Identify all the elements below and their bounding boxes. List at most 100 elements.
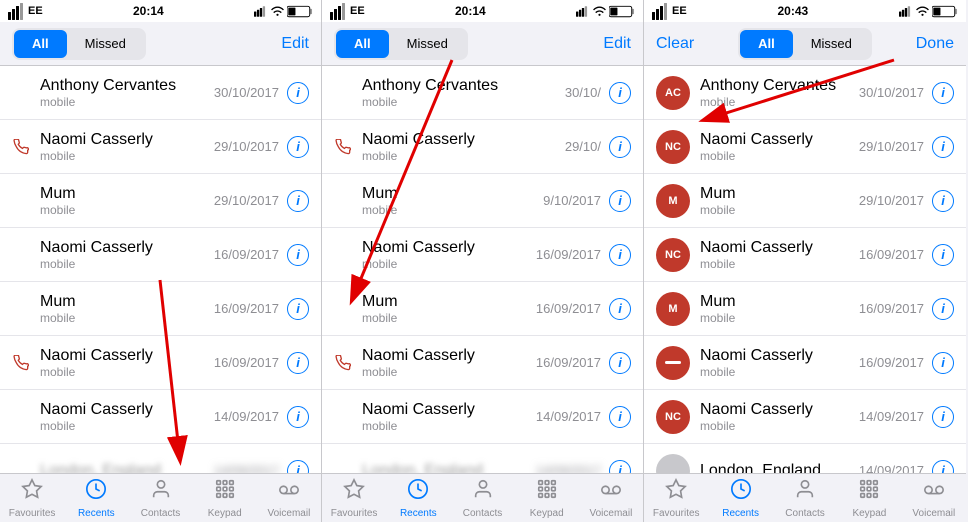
- recents-label: Recents: [78, 508, 115, 519]
- missed-tab[interactable]: Missed: [793, 30, 870, 58]
- call-date: 14/09/2017: [536, 409, 601, 424]
- status-bar: EE 20:14: [0, 0, 321, 22]
- info-button[interactable]: i: [609, 190, 631, 212]
- all-tab[interactable]: All: [14, 30, 67, 58]
- info-button[interactable]: i: [609, 298, 631, 320]
- info-button[interactable]: i: [287, 82, 309, 104]
- avatar: AC: [656, 76, 690, 110]
- tab-keypad[interactable]: Keypad: [515, 474, 579, 522]
- contacts-label: Contacts: [785, 508, 824, 519]
- call-name: Naomi Casserly: [700, 347, 859, 365]
- info-button[interactable]: i: [287, 406, 309, 428]
- call-info: Naomi Casserly mobile: [700, 239, 859, 271]
- info-button[interactable]: i: [287, 460, 309, 474]
- recents-icon: [85, 478, 107, 506]
- info-button[interactable]: i: [932, 136, 954, 158]
- info-button[interactable]: i: [609, 406, 631, 428]
- call-type: mobile: [700, 365, 859, 379]
- call-item: Mum mobile 16/09/2017 i: [0, 282, 321, 336]
- call-type: mobile: [362, 203, 543, 217]
- status-bar: EE 20:14: [322, 0, 643, 22]
- call-info: Anthony Cervantes mobile: [40, 77, 214, 109]
- info-button[interactable]: i: [932, 82, 954, 104]
- call-date: 16/09/2017: [536, 247, 601, 262]
- call-item: Naomi Casserly mobile 14/09/2017 i: [0, 390, 321, 444]
- missed-tab[interactable]: Missed: [389, 30, 466, 58]
- call-name: Naomi Casserly: [362, 401, 536, 419]
- info-button[interactable]: i: [932, 190, 954, 212]
- call-date: 16/09/2017: [536, 301, 601, 316]
- call-date: 14/09/2017: [859, 463, 924, 473]
- missed-tab[interactable]: Missed: [67, 30, 144, 58]
- status-time: 20:43: [777, 4, 808, 18]
- call-type: mobile: [40, 95, 214, 109]
- call-date: 16/09/2017: [214, 355, 279, 370]
- tab-keypad[interactable]: Keypad: [837, 474, 901, 522]
- status-time: 20:14: [133, 4, 164, 18]
- call-name: Mum: [700, 185, 859, 203]
- call-item: Mum mobile 29/10/2017 i: [0, 174, 321, 228]
- info-button[interactable]: i: [287, 298, 309, 320]
- tab-recents[interactable]: Recents: [64, 474, 128, 522]
- info-button[interactable]: i: [932, 460, 954, 474]
- signal-icon: [330, 3, 345, 20]
- edit-button[interactable]: Edit: [281, 35, 309, 53]
- tab-favourites[interactable]: Favourites: [322, 474, 386, 522]
- tab-contacts[interactable]: Contacts: [773, 474, 837, 522]
- call-item: Naomi Casserly mobile 16/09/2017 i: [322, 228, 643, 282]
- call-info: Naomi Casserly mobile: [700, 401, 859, 433]
- call-item: Anthony Cervantes mobile 30/10/2017 i: [0, 66, 321, 120]
- tab-keypad[interactable]: Keypad: [193, 474, 257, 522]
- tab-recents[interactable]: Recents: [386, 474, 450, 522]
- call-info: Naomi Casserly mobile: [40, 131, 214, 163]
- tab-voicemail[interactable]: Voicemail: [257, 474, 321, 522]
- tab-recents[interactable]: Recents: [708, 474, 772, 522]
- info-button[interactable]: i: [287, 190, 309, 212]
- tab-favourites[interactable]: Favourites: [644, 474, 708, 522]
- missed-call-icon: [12, 354, 30, 372]
- edit-button[interactable]: Edit: [603, 35, 631, 53]
- call-date: 29/10/2017: [214, 193, 279, 208]
- call-type: mobile: [40, 365, 214, 379]
- call-name: Naomi Casserly: [700, 401, 859, 419]
- call-item: Naomi Casserly mobile 14/09/2017 i: [322, 390, 643, 444]
- info-button[interactable]: i: [287, 136, 309, 158]
- info-button[interactable]: i: [932, 352, 954, 374]
- info-button[interactable]: i: [287, 352, 309, 374]
- info-button[interactable]: i: [609, 352, 631, 374]
- info-button[interactable]: i: [609, 460, 631, 474]
- info-button[interactable]: i: [932, 244, 954, 266]
- call-name: Anthony Cervantes: [40, 77, 214, 95]
- missed-call-icon: [12, 138, 30, 156]
- call-type: mobile: [362, 419, 536, 433]
- info-button[interactable]: i: [932, 298, 954, 320]
- info-button[interactable]: i: [609, 136, 631, 158]
- call-type: mobile: [40, 419, 214, 433]
- clear-button[interactable]: Clear: [656, 35, 694, 53]
- call-info: Mum mobile: [362, 185, 543, 217]
- call-name: Naomi Casserly: [362, 239, 536, 257]
- keypad-label: Keypad: [852, 508, 886, 519]
- contacts-icon: [472, 478, 494, 506]
- tab-bar: Favourites Recents Contacts Keypad Voice…: [644, 473, 966, 522]
- done-button[interactable]: Done: [916, 35, 954, 53]
- tab-favourites[interactable]: Favourites: [0, 474, 64, 522]
- info-button[interactable]: i: [609, 82, 631, 104]
- tab-voicemail[interactable]: Voicemail: [579, 474, 643, 522]
- phone-panel-2: EE 20:14 All Missed: [322, 0, 644, 522]
- info-button[interactable]: i: [932, 406, 954, 428]
- status-bar: EE 20:43: [644, 0, 966, 22]
- tab-voicemail[interactable]: Voicemail: [902, 474, 966, 522]
- tab-contacts[interactable]: Contacts: [128, 474, 192, 522]
- call-type: mobile: [40, 257, 214, 271]
- signal-icon: [8, 3, 23, 20]
- keypad-label: Keypad: [530, 508, 564, 519]
- call-info: Naomi Casserly mobile: [362, 131, 565, 163]
- info-button[interactable]: i: [287, 244, 309, 266]
- recents-label: Recents: [722, 508, 759, 519]
- tab-contacts[interactable]: Contacts: [450, 474, 514, 522]
- all-tab[interactable]: All: [336, 30, 389, 58]
- info-button[interactable]: i: [609, 244, 631, 266]
- call-name: Naomi Casserly: [700, 239, 859, 257]
- all-tab[interactable]: All: [740, 30, 793, 58]
